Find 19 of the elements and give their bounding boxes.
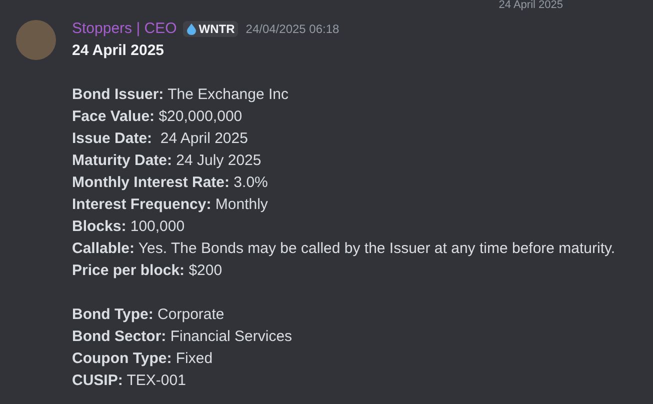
message-line: Bond Sector: Financial Services (72, 327, 294, 347)
message-line: Bond Type: Corporate (72, 305, 226, 325)
message-line: Maturity Date: 24 July 2025 (72, 151, 262, 171)
message-line: CUSIP: TEX-001 (72, 371, 187, 391)
message-line: Blocks: 100,000 (72, 217, 186, 237)
message-line: Callable: Yes. The Bonds may be called by the Issuer at any time before maturity. (72, 239, 616, 259)
message-line: Coupon Type: Fixed (72, 349, 214, 369)
message-line: Face Value: $20,000,000 (72, 107, 244, 127)
guild-tag[interactable]: WNTR (182, 21, 238, 37)
timestamp: 24/04/2025 06:18 (246, 21, 340, 38)
message-line: Interest Frequency: Monthly (72, 195, 269, 215)
message-title: 24 April 2025 (72, 41, 165, 61)
avatar[interactable] (16, 20, 56, 60)
water-drop-icon (186, 23, 197, 35)
date-divider: 24 April 2025 (498, 0, 563, 11)
message-line: Bond Issuer: The Exchange Inc (72, 85, 290, 105)
message-line: Issue Date: 24 April 2025 (72, 129, 249, 149)
message-line: Price per block: $200 (72, 261, 224, 281)
message-line: Monthly Interest Rate: 3.0% (72, 173, 269, 193)
